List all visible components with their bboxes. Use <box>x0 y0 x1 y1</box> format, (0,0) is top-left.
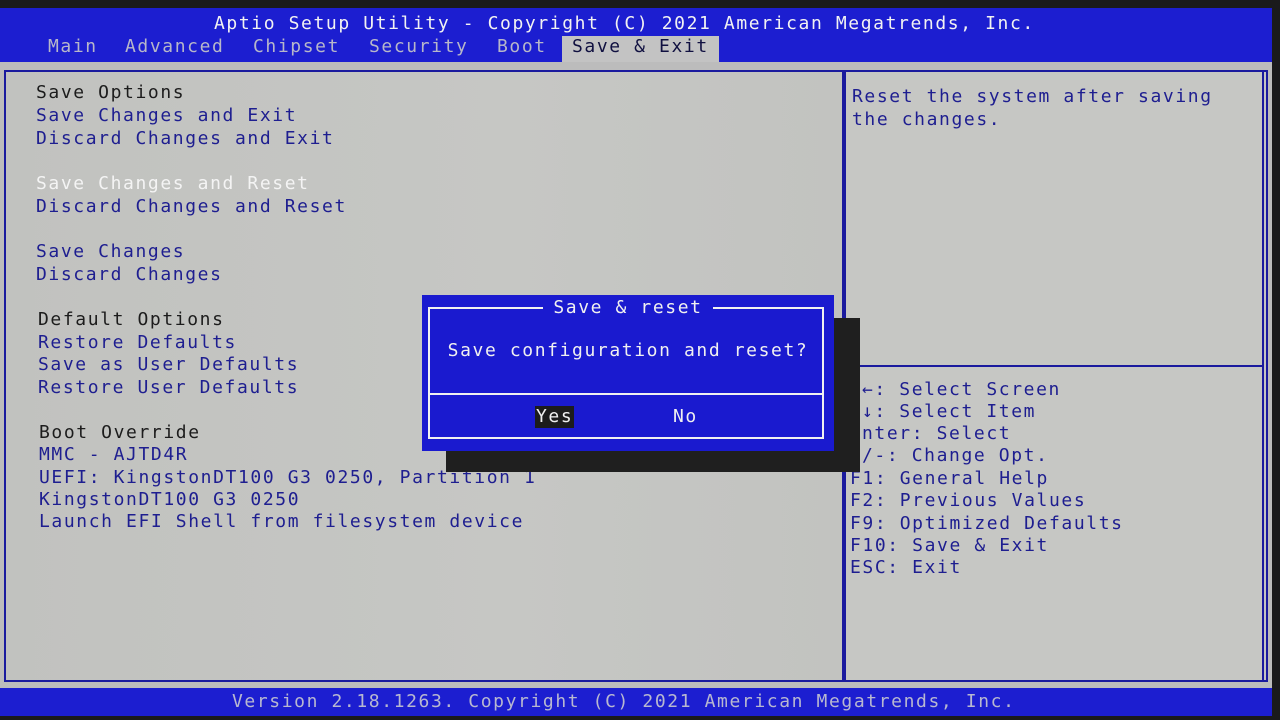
key-help-select-screen: ←: Select Screen <box>862 379 1061 400</box>
utility-title: Aptio Setup Utility - Copyright (C) 2021… <box>214 13 1035 34</box>
tab-security[interactable]: Security <box>369 36 469 62</box>
section-heading-save-options: Save Options <box>36 82 186 103</box>
dialog-title-text: Save & reset <box>543 297 713 318</box>
help-description-line: Reset the system after saving <box>852 86 1213 107</box>
dialog-title: Save & reset <box>422 297 834 318</box>
header-bar: Aptio Setup Utility - Copyright (C) 2021… <box>0 8 1272 62</box>
key-help-enter: nter: Select <box>862 423 1012 444</box>
dialog-separator <box>428 393 824 395</box>
key-help-esc: ESC: Exit <box>850 557 962 578</box>
yes-button[interactable]: Yes <box>535 406 575 428</box>
key-help-f1: F1: General Help <box>850 468 1049 489</box>
tab-save-exit[interactable]: Save & Exit <box>562 36 719 62</box>
boot-override-item[interactable]: Launch EFI Shell from filesystem device <box>39 511 524 533</box>
menu-item-save-as-user-defaults[interactable]: Save as User Defaults <box>38 354 299 376</box>
menu-item-restore-user-defaults[interactable]: Restore User Defaults <box>38 377 299 399</box>
menu-item-discard-changes-and-exit[interactable]: Discard Changes and Exit <box>36 128 335 150</box>
key-help-change-opt: /-: Change Opt. <box>862 445 1049 466</box>
boot-override-item[interactable]: MMC - AJTD4R <box>39 444 188 466</box>
tab-bar: Main Advanced Chipset Security Boot Save… <box>0 36 1272 62</box>
dialog-frame <box>428 307 824 439</box>
save-reset-dialog: Save & reset Save configuration and rese… <box>422 295 834 451</box>
menu-item-save-changes[interactable]: Save Changes <box>36 241 185 263</box>
tab-boot[interactable]: Boot <box>497 36 547 62</box>
bios-screen: Aptio Setup Utility - Copyright (C) 2021… <box>0 8 1272 716</box>
menu-item-save-changes-and-reset[interactable]: Save Changes and Reset <box>36 173 310 195</box>
footer-bar: Version 2.18.1263. Copyright (C) 2021 Am… <box>0 688 1272 716</box>
version-text: Version 2.18.1263. Copyright (C) 2021 Am… <box>232 691 1016 712</box>
dialog-message: Save configuration and reset? <box>447 340 809 361</box>
no-button[interactable]: No <box>672 406 699 428</box>
tab-main[interactable]: Main <box>48 36 98 62</box>
menu-item-discard-changes[interactable]: Discard Changes <box>36 264 223 286</box>
help-divider <box>846 365 1262 367</box>
menu-item-save-changes-and-exit[interactable]: Save Changes and Exit <box>36 105 297 127</box>
section-heading-default-options: Default Options <box>38 309 225 330</box>
menu-item-discard-changes-and-reset[interactable]: Discard Changes and Reset <box>36 196 347 218</box>
key-help-f10: F10: Save & Exit <box>850 535 1049 556</box>
key-help-f9: F9: Optimized Defaults <box>850 513 1124 534</box>
tab-chipset[interactable]: Chipset <box>253 36 340 62</box>
help-pane: Reset the system after saving the change… <box>844 72 1264 680</box>
tab-advanced[interactable]: Advanced <box>125 36 225 62</box>
key-help-select-item: ↓: Select Item <box>862 401 1037 422</box>
menu-item-restore-defaults[interactable]: Restore Defaults <box>38 332 237 354</box>
help-description-line: the changes. <box>852 109 1002 130</box>
key-help-f2: F2: Previous Values <box>850 490 1087 511</box>
section-heading-boot-override: Boot Override <box>39 422 201 443</box>
boot-override-item[interactable]: KingstonDT100 G3 0250 <box>39 489 300 511</box>
